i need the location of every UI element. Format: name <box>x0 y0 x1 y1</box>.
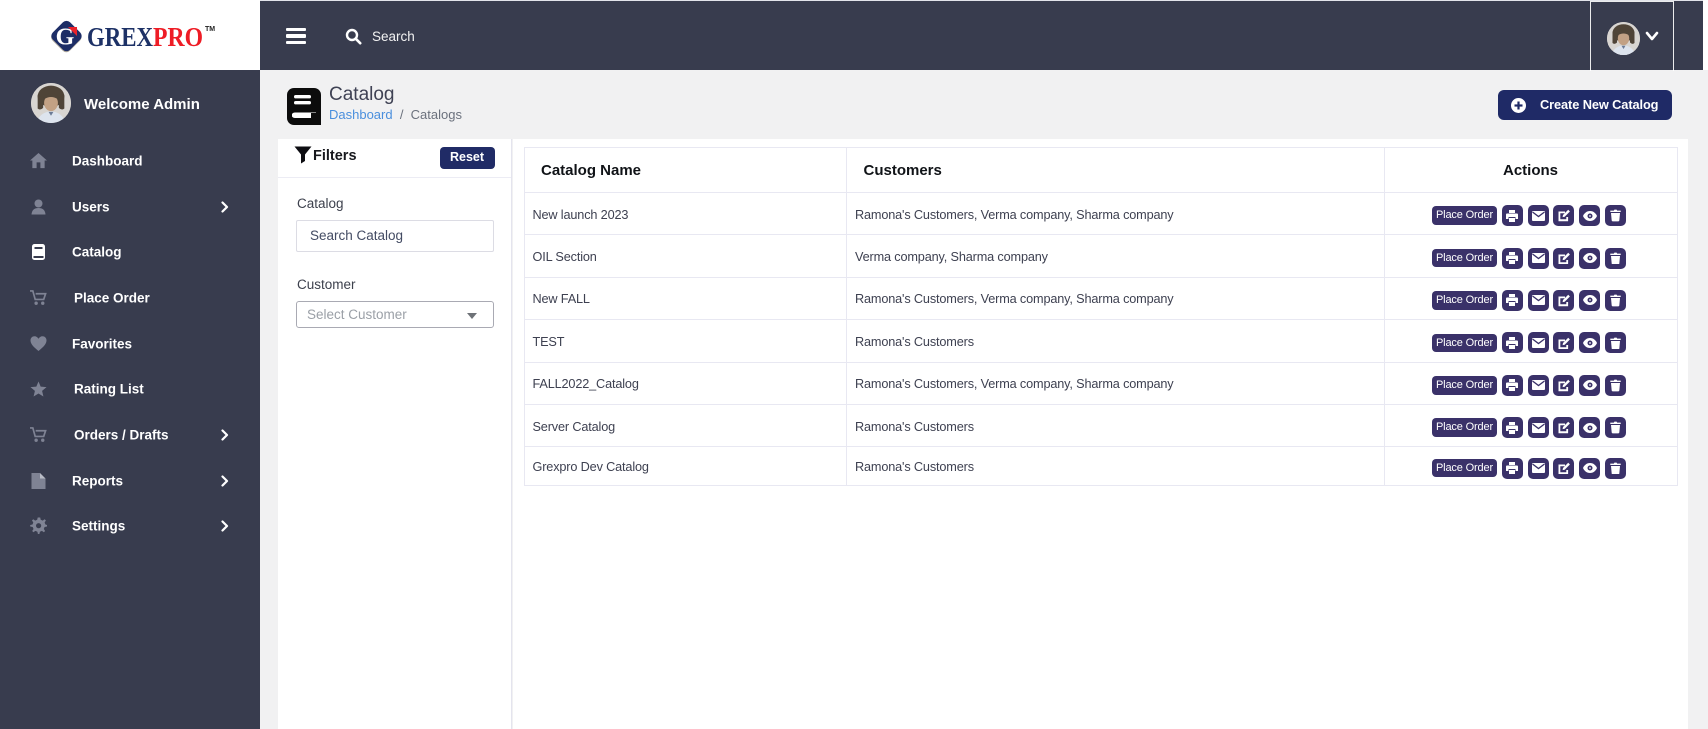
svg-text:GREX: GREX <box>87 22 153 52</box>
svg-text:TM: TM <box>205 26 215 33</box>
svg-text:PRO: PRO <box>153 22 203 52</box>
